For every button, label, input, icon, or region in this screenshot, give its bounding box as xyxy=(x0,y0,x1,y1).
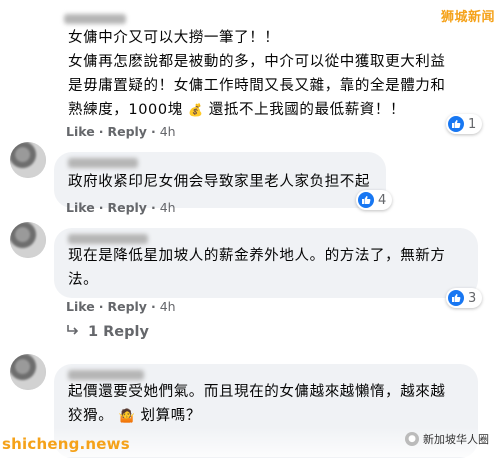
reply-button[interactable]: Reply xyxy=(107,124,146,139)
avatar[interactable] xyxy=(10,142,46,178)
author-name-redacted xyxy=(68,370,144,380)
comment-actions-1: Like · Reply · 4h xyxy=(66,124,176,139)
comment-1-line-4: 熟練度，1000塊 xyxy=(68,102,183,118)
wechat-icon: ● xyxy=(405,432,419,446)
comment-4-line-2: 狡猾。 xyxy=(68,408,114,424)
like-reaction-icon xyxy=(448,290,464,306)
comment-bubble-1: 女傭中介又可以大撈一筆了！！ 女傭再怎麽說都是被動的多，中介可以從中獲取更大利益… xyxy=(54,4,474,122)
like-reaction-icon xyxy=(448,116,464,132)
watermark-bottom-right-text: 新加坡华人圈 xyxy=(423,433,489,446)
comment-2-line-1: 政府收紧印尼女佣会导致家里老人家负担不起 xyxy=(68,174,370,190)
reaction-badge-2[interactable]: 4 xyxy=(356,190,393,210)
avatar[interactable] xyxy=(10,354,46,390)
author-name-redacted xyxy=(68,158,138,168)
money-bag-icon: 💰 xyxy=(188,103,204,117)
reaction-count-2: 4 xyxy=(378,192,387,208)
watermark-top-right: 狮城新闻 xyxy=(440,10,495,25)
like-reaction-icon xyxy=(358,192,374,208)
avatar[interactable] xyxy=(10,222,46,258)
comment-bubble-3: 现在是降低星加坡人的薪金养外地人。的方法了，無新方 法。 xyxy=(54,228,478,298)
comment-3-line-2: 法。 xyxy=(68,272,99,288)
timestamp[interactable]: 4h xyxy=(160,200,176,215)
author-name-redacted xyxy=(68,234,148,244)
comment-3-line-1: 现在是降低星加坡人的薪金养外地人。的方法了，無新方 xyxy=(68,248,446,264)
person-shrugging-icon: 🤷 xyxy=(118,409,136,424)
comment-1-line-1: 女傭中介又可以大撈一筆了！！ xyxy=(68,30,280,46)
reply-button[interactable]: Reply xyxy=(107,200,146,215)
reaction-count-1: 1 xyxy=(468,116,477,132)
comment-actions-2: Like · Reply · 4h xyxy=(66,200,176,215)
watermark-bottom-right: ● 新加坡华人圈 xyxy=(405,431,489,447)
reaction-badge-1[interactable]: 1 xyxy=(446,114,483,134)
comment-actions-3: Like · Reply · 4h xyxy=(66,299,176,314)
like-button[interactable]: Like xyxy=(66,200,95,215)
reaction-badge-3[interactable]: 3 xyxy=(446,288,483,308)
comment-4-line-3: 划算嗎？ xyxy=(140,408,201,424)
reaction-count-3: 3 xyxy=(468,290,477,306)
comment-1-line-5: 還抵不上我國的最低薪資！！ xyxy=(208,102,406,118)
watermark-bottom-left: shicheng.news xyxy=(2,435,130,453)
reply-arrow-icon xyxy=(66,324,80,340)
like-button[interactable]: Like xyxy=(66,299,95,314)
timestamp[interactable]: 4h xyxy=(160,299,176,314)
comment-1-line-2: 女傭再怎麽說都是被動的多，中介可以從中獲取更大利益 xyxy=(68,54,446,70)
like-button[interactable]: Like xyxy=(66,124,95,139)
reply-button[interactable]: Reply xyxy=(107,299,146,314)
comment-1-line-3: 是毋庸置疑的！女傭工作時間又長又雜，靠的全是體力和 xyxy=(68,78,446,94)
replies-count-label: 1 Reply xyxy=(88,324,149,340)
comment-4-line-1: 起價還要受她們氣。而且現在的女傭越來越懶惰，越來越 xyxy=(68,384,446,400)
view-replies-link[interactable]: 1 Reply xyxy=(66,324,149,340)
timestamp[interactable]: 4h xyxy=(160,124,176,139)
